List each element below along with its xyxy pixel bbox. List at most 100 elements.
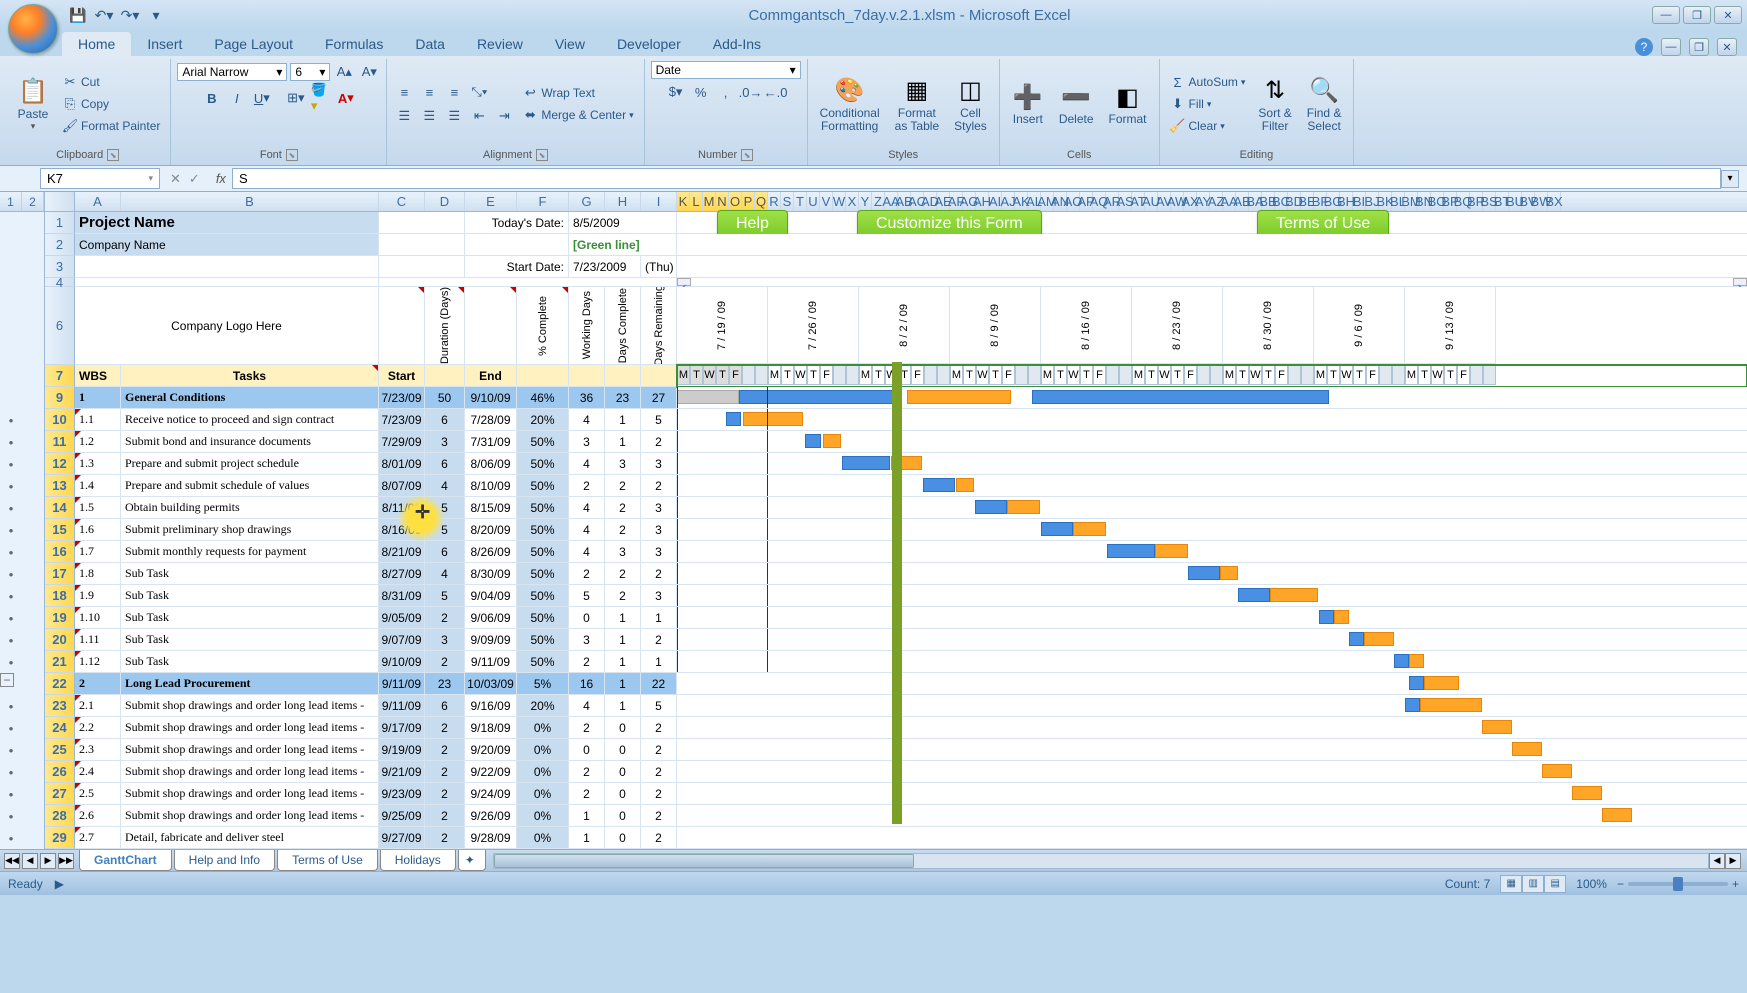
find-select-button[interactable]: 🔍Find & Select [1301,73,1348,135]
office-button[interactable] [8,4,58,54]
copy-button[interactable]: ⎘Copy [58,94,164,114]
save-icon[interactable]: 💾 [67,4,89,26]
alignment-launcher[interactable]: ⬊ [536,149,548,161]
tab-page-layout[interactable]: Page Layout [198,32,309,56]
view-normal-button[interactable]: ▦ [1500,875,1522,893]
align-bottom-button[interactable]: ≡ [443,81,465,103]
clear-button[interactable]: 🧹Clear▾ [1166,116,1250,136]
sheet-tab-bar: ◀◀ ◀ ▶ ▶▶ GanttChart Help and Info Terms… [0,849,1747,871]
cancel-formula-icon[interactable]: ✕ [170,171,181,187]
scroll-right-button[interactable]: ▶ [1725,853,1741,869]
cut-button[interactable]: ✂Cut [58,72,164,92]
autosum-button[interactable]: ΣAutoSum▾ [1166,72,1250,92]
font-launcher[interactable]: ⬊ [286,149,298,161]
percent-button[interactable]: % [690,81,712,103]
tab-data[interactable]: Data [399,32,461,56]
dec-decimal-button[interactable]: ←.0 [765,81,787,103]
clipboard-launcher[interactable]: ⬊ [107,149,119,161]
undo-icon[interactable]: ↶▾ [93,4,115,26]
conditional-formatting-button[interactable]: 🎨Conditional Formatting [814,73,886,135]
horizontal-scrollbar[interactable] [493,853,1709,869]
sheet-nav-next[interactable]: ▶ [40,853,56,869]
view-page-break-button[interactable]: ▤ [1544,875,1566,893]
merge-center-button[interactable]: ⬌Merge & Center▾ [518,105,637,125]
minimize-button[interactable]: — [1652,6,1680,24]
doc-minimize-button[interactable]: — [1661,38,1681,56]
sheet-nav-last[interactable]: ▶▶ [58,853,74,869]
italic-button[interactable]: I [226,87,248,109]
number-format-combo[interactable]: Date▾ [651,61,801,79]
qat-more-icon[interactable]: ▾ [145,4,167,26]
sheet-nav-first[interactable]: ◀◀ [4,853,20,869]
outline-level-2[interactable]: 2 [22,192,44,211]
grow-font-button[interactable]: A▴ [333,61,355,83]
tab-home[interactable]: Home [62,32,131,56]
wrap-text-button[interactable]: ↩Wrap Text [518,83,637,103]
cell-styles-button[interactable]: ◫Cell Styles [948,73,993,135]
currency-button[interactable]: $▾ [665,81,687,103]
align-center-button[interactable]: ☰ [418,105,440,127]
align-middle-button[interactable]: ≡ [418,81,440,103]
sort-filter-button[interactable]: ⇅Sort & Filter [1252,73,1297,135]
align-top-button[interactable]: ≡ [393,81,415,103]
doc-close-button[interactable]: ✕ [1717,38,1737,56]
align-left-button[interactable]: ☰ [393,105,415,127]
help-icon[interactable]: ? [1635,38,1653,56]
font-color-button[interactable]: A▾ [335,87,357,109]
indent-less-button[interactable]: ⇤ [468,105,490,127]
format-cells-button[interactable]: ◧Format [1103,79,1153,128]
tab-formulas[interactable]: Formulas [309,32,399,56]
expand-formula-bar[interactable]: ▾ [1721,170,1739,188]
paste-button[interactable]: 📋 Paste ▾ [11,74,55,134]
comma-button[interactable]: , [715,81,737,103]
worksheet-grid[interactable]: 1Project NameToday's Date:8/5/2009HelpCu… [0,212,1747,849]
fx-icon[interactable]: fx [210,171,232,186]
enter-formula-icon[interactable]: ✓ [189,171,200,187]
number-launcher[interactable]: ⬊ [741,149,753,161]
fill-color-button[interactable]: 🪣▾ [310,87,332,109]
macro-icon[interactable]: ▶ [55,877,64,891]
tab-developer[interactable]: Developer [601,32,697,56]
inc-decimal-button[interactable]: .0→ [740,81,762,103]
redo-icon[interactable]: ↷▾ [119,4,141,26]
paste-icon: 📋 [17,76,49,108]
doc-restore-button[interactable]: ❐ [1689,38,1709,56]
sheet-tab-terms[interactable]: Terms of Use [277,850,378,871]
indent-more-button[interactable]: ⇥ [493,105,515,127]
fill-button[interactable]: ⬇Fill▾ [1166,94,1250,114]
bold-button[interactable]: B [201,87,223,109]
view-page-layout-button[interactable]: ▥ [1522,875,1544,893]
border-button[interactable]: ⊞▾ [285,87,307,109]
format-as-table-button[interactable]: ▦Format as Table [889,73,945,135]
zoom-level[interactable]: 100% [1576,877,1607,891]
scrollbar-thumb[interactable] [494,854,914,868]
tab-addins[interactable]: Add-Ins [697,32,777,56]
sheet-tab-help[interactable]: Help and Info [174,850,275,871]
tab-insert[interactable]: Insert [131,32,198,56]
zoom-in-button[interactable]: + [1732,877,1739,891]
font-name-combo[interactable]: Arial Narrow▾ [177,63,287,81]
scroll-left-button[interactable]: ◀ [1709,853,1725,869]
zoom-slider[interactable]: − + [1617,877,1739,891]
tab-view[interactable]: View [539,32,601,56]
format-painter-button[interactable]: 🖌Format Painter [58,116,164,136]
insert-cells-button[interactable]: ➕Insert [1006,79,1050,128]
orientation-button[interactable]: ⤡▾ [468,81,490,103]
sigma-icon: Σ [1170,74,1186,90]
sheet-nav-prev[interactable]: ◀ [22,853,38,869]
close-button[interactable]: ✕ [1714,6,1742,24]
restore-button[interactable]: ❐ [1683,6,1711,24]
delete-cells-button[interactable]: ➖Delete [1053,79,1100,128]
shrink-font-button[interactable]: A▾ [358,61,380,83]
sheet-tab-holidays[interactable]: Holidays [380,850,456,871]
zoom-out-button[interactable]: − [1617,877,1624,891]
name-box[interactable]: K7▾ [40,168,160,189]
tab-review[interactable]: Review [461,32,539,56]
new-sheet-button[interactable]: ✦ [458,850,486,871]
formula-input[interactable]: S [232,168,1721,189]
font-size-combo[interactable]: 6▾ [290,63,330,81]
sheet-tab-ganttchart[interactable]: GanttChart [79,850,172,871]
underline-button[interactable]: U▾ [251,87,273,109]
outline-level-1[interactable]: 1 [0,192,22,211]
align-right-button[interactable]: ☰ [443,105,465,127]
